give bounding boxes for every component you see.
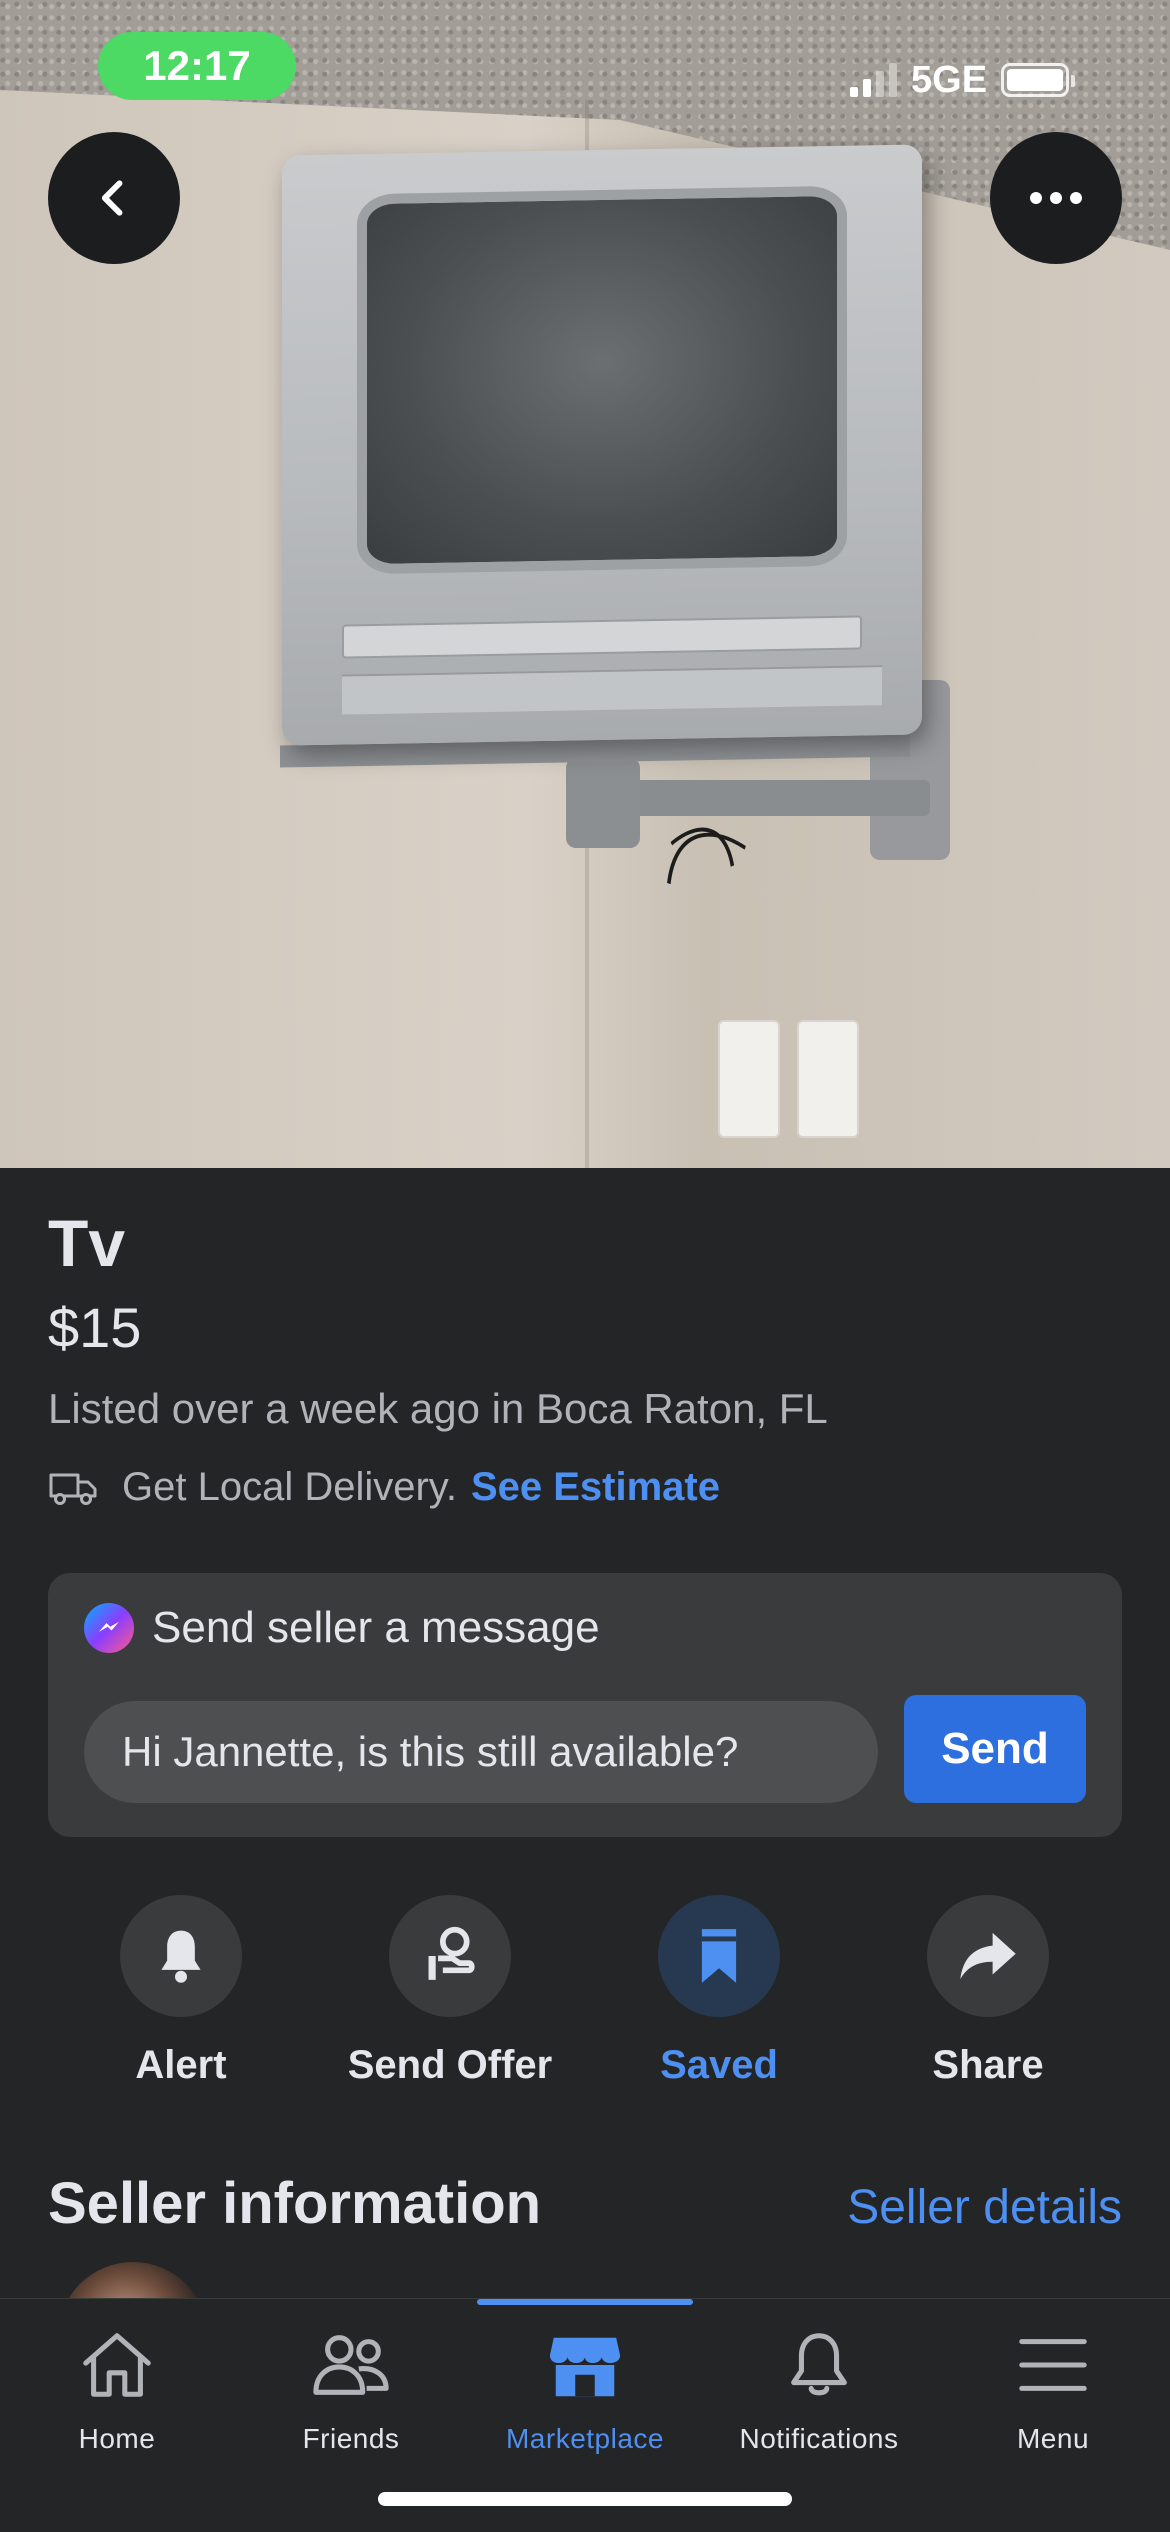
- nav-marketplace[interactable]: Marketplace: [468, 2329, 702, 2455]
- send-offer-icon-circle: [389, 1895, 511, 2017]
- message-seller-card: Send seller a message Hi Jannette, is th…: [48, 1573, 1122, 1837]
- action-row: Alert Send Offer Saved Share: [0, 1895, 1170, 2088]
- message-input[interactable]: Hi Jannette, is this still available?: [84, 1701, 878, 1803]
- listing-title: Tv: [48, 1206, 126, 1280]
- messenger-icon: [84, 1603, 134, 1653]
- nav-friends-label: Friends: [302, 2423, 400, 2454]
- home-indicator: [378, 2492, 792, 2506]
- alert-button[interactable]: Alert: [46, 1895, 316, 2088]
- seller-info-heading: Seller information: [48, 2171, 542, 2236]
- nav-marketplace-label: Marketplace: [505, 2423, 664, 2454]
- truck-icon: [49, 1473, 97, 1505]
- nav-home[interactable]: Home: [0, 2329, 234, 2455]
- bookmark-icon: [701, 1929, 737, 1983]
- delivery-row: Get Local Delivery. See Estimate: [48, 1465, 720, 1510]
- message-header: Send seller a message: [84, 1603, 600, 1653]
- alert-icon-circle: [120, 1895, 242, 2017]
- more-options-button[interactable]: [990, 132, 1122, 264]
- back-button[interactable]: [48, 132, 180, 264]
- friends-icon: [313, 2335, 389, 2395]
- hamburger-icon: [1019, 2339, 1087, 2391]
- nav-active-indicator: [477, 2299, 693, 2305]
- send-offer-label: Send Offer: [347, 2043, 553, 2087]
- listing-price: $15: [48, 1296, 142, 1359]
- tv-controls: [342, 665, 882, 715]
- status-indicators: 5GE: [850, 50, 1076, 110]
- delivery-text: Get Local Delivery.: [122, 1465, 457, 1509]
- send-button[interactable]: Send: [904, 1695, 1086, 1803]
- signal-icon: [850, 63, 897, 97]
- send-offer-button[interactable]: Send Offer: [315, 1895, 585, 2088]
- offer-hand-icon: [428, 1926, 475, 1980]
- saved-button[interactable]: Saved: [584, 1895, 854, 2088]
- tv-mount-post: [566, 758, 640, 848]
- nav-home-label: Home: [78, 2423, 156, 2454]
- nav-menu[interactable]: Menu: [936, 2329, 1170, 2455]
- saved-label: Saved: [660, 2043, 778, 2087]
- seller-details-link[interactable]: Seller details: [847, 2180, 1122, 2235]
- alert-label: Alert: [135, 2043, 227, 2087]
- see-estimate-link[interactable]: See Estimate: [471, 1465, 720, 1510]
- status-time: 12:17: [98, 32, 296, 100]
- marketplace-icon: [549, 2337, 621, 2397]
- tv-screen: [357, 185, 847, 575]
- bell-outline-icon: [791, 2333, 847, 2396]
- bell-icon: [161, 1930, 201, 1983]
- battery-icon: [1001, 63, 1076, 97]
- share-button[interactable]: Share: [853, 1895, 1123, 2088]
- nav-friends[interactable]: Friends: [234, 2329, 468, 2455]
- tv-body: [282, 144, 922, 746]
- home-icon: [83, 2333, 151, 2397]
- nav-notifications-label: Notifications: [739, 2423, 899, 2454]
- tv-vcr-slot: [342, 615, 862, 659]
- message-header-label: Send seller a message: [152, 1603, 600, 1652]
- chevron-left-icon: [101, 180, 123, 216]
- nav-menu-label: Menu: [1016, 2423, 1090, 2454]
- saved-icon-circle: [658, 1895, 780, 2017]
- wall-outlet: [718, 1020, 780, 1138]
- tv-mount-arm: [630, 780, 930, 816]
- network-label: 5GE: [911, 58, 988, 101]
- share-label: Share: [932, 2043, 1044, 2087]
- ellipsis-icon: [1030, 192, 1082, 204]
- listing-meta: Listed over a week ago in Boca Raton, FL: [48, 1385, 828, 1432]
- share-icon-circle: [927, 1895, 1049, 2017]
- share-arrow-icon: [960, 1932, 1016, 1980]
- wall-outlet: [797, 1020, 859, 1138]
- nav-notifications[interactable]: Notifications: [702, 2329, 936, 2455]
